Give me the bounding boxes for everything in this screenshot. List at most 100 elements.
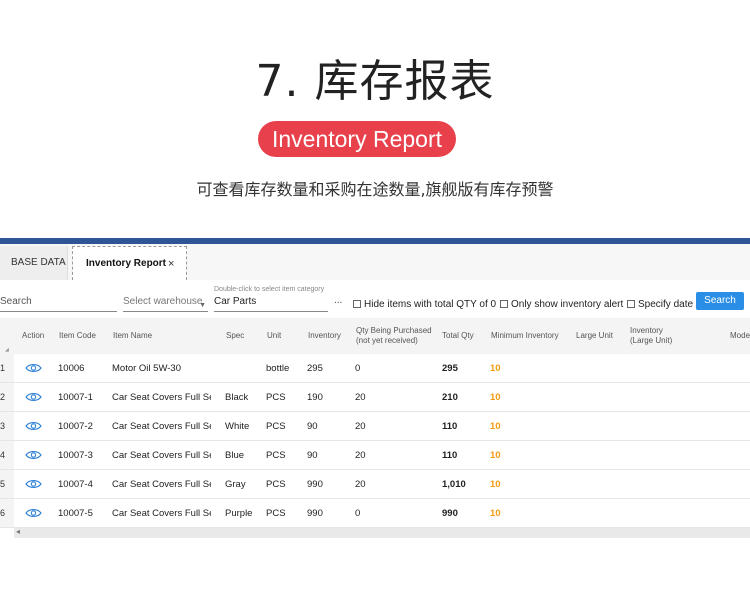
cell-item-code: 10007-1 — [58, 392, 93, 403]
table-row[interactable]: 6 10007-5 Car Seat Covers Full Set Purpl… — [0, 499, 750, 528]
row-number: 1 — [0, 363, 6, 373]
hide-zero-label: Hide items with total QTY of 0 — [364, 299, 497, 310]
checkbox-icon — [500, 300, 508, 308]
cell-spec: White — [225, 421, 250, 432]
section-badge: Inventory Report — [258, 121, 456, 157]
header-unit[interactable]: Unit — [267, 318, 281, 354]
cell-item-code: 10007-5 — [58, 508, 93, 519]
cell-spec: Black — [225, 392, 249, 403]
header-min-inventory[interactable]: Minimum Inventory — [491, 318, 559, 354]
close-icon[interactable]: × — [168, 247, 174, 281]
view-eye-icon[interactable] — [25, 450, 42, 460]
search-input[interactable]: Search — [0, 294, 117, 312]
cell-item-name: Car Seat Covers Full Set — [112, 508, 211, 519]
cell-qty-purchasing: 0 — [355, 508, 361, 519]
cell-qty-purchasing: 20 — [355, 479, 366, 490]
cell-unit: PCS — [266, 421, 286, 432]
scroll-left-icon[interactable]: ◂ — [16, 527, 20, 536]
cell-total-qty: 110 — [442, 450, 458, 461]
alert-only-checkbox[interactable]: Only show inventory alert — [500, 298, 623, 312]
cell-qty-purchasing: 20 — [355, 421, 366, 432]
cell-total-qty: 1,010 — [442, 479, 466, 490]
table-row[interactable]: 3 10007-2 Car Seat Covers Full Set White… — [0, 412, 750, 441]
cell-qty-purchasing: 20 — [355, 392, 366, 403]
row-number: 2 — [0, 392, 6, 402]
cell-min-inventory: 10 — [490, 479, 501, 490]
header-item-name[interactable]: Item Name — [113, 318, 152, 354]
cell-item-name: Car Seat Covers Full Set — [112, 392, 211, 403]
tab-inventory-report[interactable]: Inventory Report × — [72, 246, 187, 280]
cell-min-inventory: 10 — [490, 421, 501, 432]
cell-unit: PCS — [266, 450, 286, 461]
view-eye-icon[interactable] — [25, 392, 42, 402]
view-eye-icon[interactable] — [25, 508, 42, 518]
tab-bar: BASE DATA Inventory Report × — [0, 244, 750, 280]
checkbox-icon — [353, 300, 361, 308]
header-inventory-large-label: Inventory — [630, 326, 663, 335]
header-item-code[interactable]: Item Code — [59, 318, 96, 354]
cell-item-name: Car Seat Covers Full Set — [112, 450, 211, 461]
row-number: 5 — [0, 479, 6, 489]
view-eye-icon[interactable] — [25, 421, 42, 431]
cell-spec: Purple — [225, 508, 253, 519]
cell-unit: bottle — [266, 363, 290, 374]
cell-qty-purchasing: 0 — [355, 363, 361, 374]
cell-unit: PCS — [266, 508, 286, 519]
header-spec[interactable]: Spec — [226, 318, 244, 354]
search-button[interactable]: Search — [696, 292, 744, 310]
warehouse-select-placeholder: Select warehouse — [123, 296, 203, 307]
checkbox-icon — [627, 300, 635, 308]
row-number: 3 — [0, 421, 6, 431]
header-model[interactable]: Mode — [730, 318, 750, 354]
header-action[interactable]: Action — [22, 318, 44, 354]
cell-item-code: 10007-3 — [58, 450, 93, 461]
specify-date-checkbox[interactable]: Specify date — [627, 298, 693, 312]
category-field[interactable]: Car Parts — [214, 294, 328, 312]
cell-min-inventory: 10 — [490, 508, 501, 519]
cell-inventory: 90 — [307, 421, 318, 432]
warehouse-select[interactable]: Select warehouse ▼ — [123, 294, 208, 312]
header-inventory-large[interactable]: Inventory (Large Unit) — [630, 318, 672, 354]
cell-item-code: 10007-4 — [58, 479, 93, 490]
table-row[interactable]: 1 10006 Motor Oil 5W-30 bottle 295 0 295… — [0, 354, 750, 383]
cell-total-qty: 210 — [442, 392, 458, 403]
header-qty-purchasing-label: Qty Being Purchased — [356, 326, 432, 335]
tab-base-data[interactable]: BASE DATA — [0, 246, 68, 280]
grid-header: ◢ Action Item Code Item Name Spec Unit I… — [0, 318, 750, 354]
cell-unit: PCS — [266, 392, 286, 403]
header-large-unit[interactable]: Large Unit — [576, 318, 613, 354]
horizontal-scrollbar[interactable]: ◂ — [14, 527, 750, 538]
cell-inventory: 190 — [307, 392, 323, 403]
view-eye-icon[interactable] — [25, 363, 42, 373]
cell-inventory: 990 — [307, 479, 323, 490]
cell-spec: Gray — [225, 479, 246, 490]
hide-zero-checkbox[interactable]: Hide items with total QTY of 0 — [353, 298, 496, 312]
cell-qty-purchasing: 20 — [355, 450, 366, 461]
page-subtitle: 可查看库存数量和采购在途数量,旗舰版有库存预警 — [196, 180, 554, 199]
header-qty-purchasing[interactable]: Qty Being Purchased (not yet received) — [356, 318, 432, 354]
cell-spec — [225, 354, 263, 383]
table-row[interactable]: 2 10007-1 Car Seat Covers Full Set Black… — [0, 383, 750, 412]
cell-min-inventory: 10 — [490, 363, 501, 374]
corner-resize-icon: ◢ — [5, 347, 9, 353]
cell-min-inventory: 10 — [490, 450, 501, 461]
tab-inventory-report-label: Inventory Report — [86, 258, 167, 269]
alert-only-label: Only show inventory alert — [511, 299, 624, 310]
category-more-button[interactable]: ... — [334, 295, 342, 306]
table-row[interactable]: 4 10007-3 Car Seat Covers Full Set Blue … — [0, 441, 750, 470]
header-qty-purchasing-note: (not yet received) — [356, 336, 418, 345]
cell-item-name: Car Seat Covers Full Set — [112, 479, 211, 490]
cell-total-qty: 295 — [442, 363, 458, 374]
cell-total-qty: 110 — [442, 421, 458, 432]
table-row[interactable]: 5 10007-4 Car Seat Covers Full Set Gray … — [0, 470, 750, 499]
cell-item-name: Car Seat Covers Full Set — [112, 421, 211, 432]
header-total-qty[interactable]: Total Qty — [442, 318, 474, 354]
cell-spec: Blue — [225, 450, 245, 461]
page-title: 7. 库存报表 — [255, 56, 495, 107]
cell-item-code: 10006 — [58, 363, 85, 374]
filter-bar: Search Select warehouse ▼ Double-click t… — [0, 282, 750, 316]
view-eye-icon[interactable] — [25, 479, 42, 489]
row-number: 6 — [0, 508, 6, 518]
header-inventory[interactable]: Inventory — [308, 318, 341, 354]
cell-item-code: 10007-2 — [58, 421, 93, 432]
